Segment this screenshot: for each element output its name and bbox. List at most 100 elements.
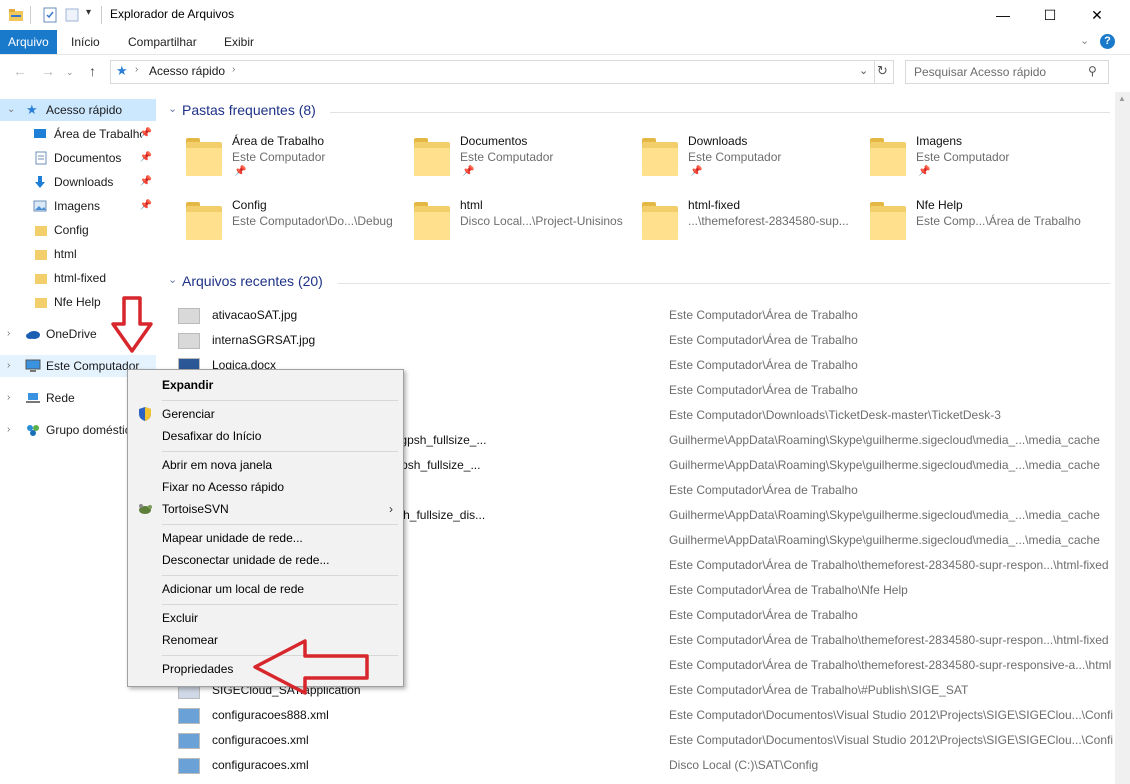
frequent-folder-tile[interactable]: Imagens Este Computador 📌 (844, 132, 1070, 184)
frequent-folder-tile[interactable]: Área de Trabalho Este Computador 📌 (160, 132, 386, 184)
folder-icon (414, 202, 450, 240)
menu-item-expandir[interactable]: Expandir (128, 374, 403, 396)
nav-item-config[interactable]: Config (0, 219, 156, 241)
menu-item-mapear-unidade[interactable]: Mapear unidade de rede... (128, 527, 403, 549)
frequent-folder-tile[interactable]: Documentos Este Computador 📌 (388, 132, 614, 184)
pin-icon: 📌 (234, 166, 247, 177)
minimize-button[interactable]: — (980, 0, 1026, 30)
nav-item-documentos[interactable]: Documentos 📌 (0, 147, 156, 169)
red-down-arrow-annotation (111, 296, 153, 353)
file-location: Este Computador\Documentos\Visual Studio… (669, 733, 1113, 747)
frequent-folder-tile[interactable]: html-fixed ...\themeforest-2834580-sup... (616, 196, 849, 248)
recent-file-row[interactable]: internaSGRSAT.jpg Este Computador\Área de… (160, 328, 1115, 353)
close-button[interactable]: ✕ (1074, 0, 1120, 30)
refresh-icon[interactable]: ↻ (877, 63, 888, 79)
vertical-scrollbar[interactable]: ▲ (1115, 92, 1130, 784)
menu-item-desconectar-unidade[interactable]: Desconectar unidade de rede... (128, 549, 403, 571)
nav-item-html[interactable]: html (0, 243, 156, 265)
properties-icon[interactable] (42, 7, 58, 23)
pin-icon: 📌 (690, 166, 703, 177)
menu-item-gerenciar[interactable]: Gerenciar (128, 403, 403, 425)
file-location: Guilherme\AppData\Roaming\Skype\guilherm… (669, 533, 1100, 547)
nav-item-html-fixed[interactable]: html-fixed (0, 267, 156, 289)
search-input[interactable]: Pesquisar Acesso rápido (914, 65, 1046, 79)
xml-file-icon (178, 708, 200, 724)
nav-label: Nfe Help (54, 295, 101, 309)
file-location: Este Computador\Área de Trabalho (669, 483, 858, 497)
homegroup-icon (27, 425, 39, 436)
chevron-right-icon[interactable]: › (7, 355, 10, 377)
section-title-recent[interactable]: Arquivos recentes (20) (182, 273, 323, 289)
folder-icon (642, 202, 678, 240)
menu-item-tortoisesvn[interactable]: TortoiseSVN › (128, 498, 403, 520)
nav-label: Rede (46, 391, 75, 405)
collapse-frequent-icon[interactable]: ⌄ (168, 102, 177, 115)
file-location: Guilherme\AppData\Roaming\Skype\guilherm… (669, 508, 1100, 522)
frequent-folder-tile[interactable]: html Disco Local...\Project-Unisinos (388, 196, 623, 248)
frequent-folder-tile[interactable]: Config Este Computador\Do...\Debug (160, 196, 393, 248)
folder-icon (35, 226, 47, 236)
menu-item-fixar-acesso-rapido[interactable]: Fixar no Acesso rápido (128, 476, 403, 498)
file-location: Este Computador\Área de Trabalho (669, 358, 858, 372)
nav-item-imagens[interactable]: Imagens 📌 (0, 195, 156, 217)
breadcrumb-acesso-rapido[interactable]: Acesso rápido (149, 64, 225, 78)
folder-icon (9, 9, 23, 21)
expand-ribbon-icon[interactable]: ⌄ (1080, 34, 1089, 47)
chevron-down-icon[interactable]: ⌄ (7, 99, 15, 121)
tortoise-icon (139, 504, 152, 514)
back-arrow-icon[interactable]: ← (13, 63, 27, 79)
forward-arrow-icon[interactable]: → (41, 63, 55, 79)
address-dropdown-icon[interactable]: ⌄ (859, 64, 868, 77)
window-title: Explorador de Arquivos (110, 7, 235, 21)
search-icon[interactable]: ⚲ (1088, 64, 1097, 78)
navigation-bar: ← → ⌄ ↑ ★ › Acesso rápido › ⌄ ↻ Pesquisa… (0, 55, 1130, 89)
file-location: Este Computador\Área de Trabalho\themefo… (669, 558, 1109, 572)
file-location: Este Computador\Área de Trabalho\Nfe Hel… (669, 583, 908, 597)
section-title-frequent[interactable]: Pastas frequentes (8) (182, 102, 316, 118)
chevron-right-icon[interactable]: › (7, 323, 10, 345)
nav-item-downloads[interactable]: Downloads 📌 (0, 171, 156, 193)
download-arrow-icon (35, 176, 45, 188)
tab-exibir[interactable]: Exibir (216, 30, 262, 54)
quick-access-star-icon: ★ (116, 63, 128, 78)
chevron-right-icon[interactable]: › (7, 387, 10, 409)
nav-item-area-de-trabalho[interactable]: Área de Trabalho 📌 (0, 123, 156, 145)
new-folder-icon[interactable] (64, 7, 80, 23)
folder-name: Documentos (460, 134, 528, 148)
recent-file-row[interactable]: configuracoes.xml Disco Local (C:)\SAT\Co… (160, 753, 1115, 778)
maximize-button[interactable]: ☐ (1027, 0, 1073, 30)
menu-item-abrir-nova-janela[interactable]: Abrir em nova janela (128, 454, 403, 476)
folder-location: Disco Local...\Project-Unisinos (460, 214, 623, 228)
recent-file-row[interactable]: configuracoes.xml Este Computador\Documen… (160, 728, 1115, 753)
tab-compartilhar[interactable]: Compartilhar (120, 30, 205, 54)
folder-name: Downloads (688, 134, 748, 148)
computer-icon (25, 359, 41, 372)
tab-inicio[interactable]: Início (63, 30, 108, 54)
nav-quick-access[interactable]: ⌄ ★ Acesso rápido (0, 99, 156, 121)
documents-icon (35, 151, 47, 165)
folder-icon (35, 250, 47, 260)
scroll-up-icon[interactable]: ▲ (1118, 94, 1126, 103)
breadcrumb-chevron-icon[interactable]: › (135, 64, 138, 75)
folder-icon (870, 202, 906, 240)
search-box[interactable]: Pesquisar Acesso rápido ⚲ (905, 60, 1109, 84)
menu-item-excluir[interactable]: Excluir (128, 607, 403, 629)
up-arrow-icon[interactable]: ↑ (89, 63, 96, 79)
tab-arquivo[interactable]: Arquivo (0, 30, 57, 54)
recent-file-row[interactable]: ativacaoSAT.jpg Este Computador\Área de T… (160, 303, 1115, 328)
address-bar[interactable]: ★ › Acesso rápido › ⌄ ↻ (110, 60, 894, 84)
recent-file-row[interactable]: configuracoes888.xml Este Computador\Docu… (160, 703, 1115, 728)
menu-item-desafixar[interactable]: Desafixar do Início (128, 425, 403, 447)
nav-label: OneDrive (46, 327, 97, 341)
frequent-folder-tile[interactable]: Downloads Este Computador 📌 (616, 132, 842, 184)
breadcrumb-chevron-icon[interactable]: › (232, 64, 235, 75)
recent-locations-icon[interactable]: ⌄ (66, 67, 74, 78)
chevron-right-icon[interactable]: › (7, 419, 10, 441)
nav-label: Documentos (54, 151, 122, 165)
customize-toolbar-icon[interactable]: ▾ (86, 7, 91, 18)
file-name: configuracoes.xml (212, 733, 309, 747)
menu-item-adicionar-local-rede[interactable]: Adicionar um local de rede (128, 578, 403, 600)
help-icon[interactable]: ? (1100, 34, 1115, 49)
frequent-folder-tile[interactable]: Nfe Help Este Comp...\Área de Trabalho (844, 196, 1081, 248)
collapse-recent-icon[interactable]: ⌄ (168, 273, 177, 286)
